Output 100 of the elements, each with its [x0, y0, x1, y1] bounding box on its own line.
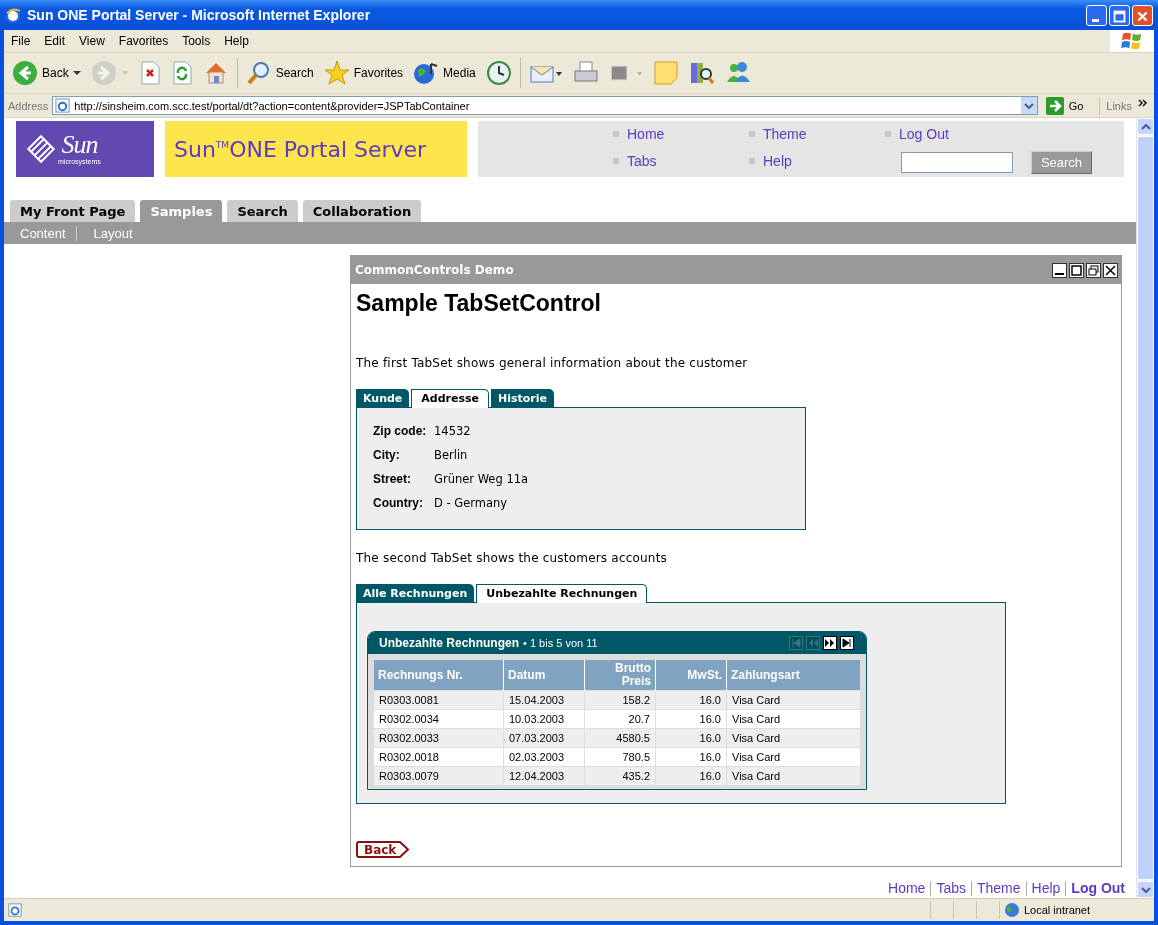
tab[interactable]: Kunde	[356, 389, 410, 407]
record-range: • 1 bis 5 von 11	[523, 637, 598, 649]
menu-item[interactable]: Tools	[175, 34, 218, 48]
nav-link[interactable]: Log Out	[899, 126, 949, 142]
table-cell: 16.0	[655, 690, 727, 710]
go-button[interactable]: Go	[1041, 96, 1101, 115]
close-button[interactable]	[1132, 4, 1153, 26]
column-header: Rechnungs Nr.	[374, 660, 504, 691]
minimize-button[interactable]	[1086, 4, 1107, 26]
footer-link[interactable]: Tabs	[930, 881, 971, 896]
menu-item[interactable]: File	[4, 34, 38, 48]
maximize-icon[interactable]	[1069, 262, 1084, 278]
field-value: Berlin	[434, 448, 468, 464]
bullet-icon	[613, 158, 619, 164]
table-cell: 16.0	[655, 728, 727, 748]
scroll-up-button[interactable]	[1137, 118, 1154, 135]
globe-icon	[1004, 902, 1020, 918]
back-button[interactable]: Back	[8, 58, 85, 88]
field-label: Zip code:	[373, 424, 428, 440]
table-cell: 15.04.2003	[503, 690, 585, 710]
favorites-button[interactable]: Favorites	[319, 58, 408, 88]
footer-link[interactable]: Theme	[970, 881, 1026, 896]
next-page-button[interactable]	[823, 636, 837, 650]
menu-item[interactable]: View	[72, 34, 112, 48]
address-field[interactable]: http://sinsheim.com.scc.test/portal/dt?action=content&provider=JSPTabContainer	[52, 96, 1038, 115]
nav-link[interactable]: Theme	[763, 126, 807, 142]
media-button[interactable]: Media	[409, 58, 480, 88]
nav-link[interactable]: Help	[763, 153, 792, 169]
table-cell: 435.2	[584, 766, 656, 785]
nav-link[interactable]: Home	[627, 126, 665, 142]
diamond-icon	[26, 134, 56, 164]
minimize-icon	[1092, 18, 1099, 22]
tab[interactable]: Search	[227, 200, 298, 222]
globe-icon	[413, 60, 440, 86]
table-cell: 02.03.2003	[503, 747, 585, 767]
dropdown-button[interactable]	[1020, 97, 1037, 114]
column-header: Brutto Preis	[584, 660, 656, 691]
tab[interactable]: Unbezahlte Rechnungen	[476, 584, 648, 603]
table-cell: 12.04.2003	[503, 766, 585, 785]
table-cell: R0303.0081	[374, 690, 504, 710]
bullet-icon	[749, 158, 755, 164]
table-cell: Visa Card	[726, 690, 860, 710]
flag-icon	[1121, 31, 1143, 51]
table-cell: Visa Card	[726, 766, 860, 785]
tab[interactable]: Collaboration	[302, 200, 422, 222]
field-value: D - Germany	[434, 496, 508, 512]
footer-link[interactable]: Home	[883, 881, 931, 896]
close-icon[interactable]	[1103, 262, 1118, 278]
table-cell: Visa Card	[726, 728, 860, 748]
table-cell: 07.03.2003	[503, 728, 585, 748]
field-label: City:	[373, 448, 401, 464]
menu-item[interactable]: Edit	[37, 34, 73, 48]
arrow-right-icon	[90, 60, 117, 86]
field-value: 14532	[434, 424, 471, 440]
column-header: Zahlungsart	[726, 660, 860, 691]
field-value: Grüner Weg 11a	[434, 472, 529, 488]
table-cell: R0302.0034	[374, 709, 504, 729]
caret-icon	[1023, 102, 1034, 109]
last-page-button[interactable]	[840, 636, 854, 650]
menu-item[interactable]: Help	[217, 34, 256, 48]
tab[interactable]: Alle Rechnungen	[356, 584, 475, 602]
table-cell: R0303.0079	[374, 766, 504, 785]
tab[interactable]: Addresse	[411, 389, 490, 408]
tab[interactable]: Historie	[491, 389, 555, 407]
links-label[interactable]: Links	[1104, 99, 1134, 112]
chevron-icon[interactable]	[1138, 98, 1148, 107]
arrow-right-icon	[1045, 96, 1064, 115]
field-label: Country:	[373, 496, 424, 512]
tab[interactable]: My Front Page	[10, 200, 136, 222]
maximize-button[interactable]	[1109, 4, 1130, 26]
scroll-down-button[interactable]	[1137, 881, 1154, 898]
window-title: Sun ONE Portal Server - Microsoft Internet Explorer	[27, 7, 371, 23]
table-cell: 16.0	[655, 766, 727, 785]
minimize-icon[interactable]	[1052, 262, 1067, 278]
bullet-icon	[885, 131, 891, 137]
table-cell: R0302.0018	[374, 747, 504, 767]
search-button[interactable]: Search	[241, 58, 318, 88]
footer-link[interactable]: Help	[1025, 881, 1066, 896]
arrow-left-icon	[12, 60, 38, 86]
globe-icon	[5, 7, 21, 23]
bullet-icon	[613, 131, 619, 137]
search-field[interactable]	[901, 152, 1013, 173]
column-header: MwSt.	[655, 660, 727, 691]
bullet-icon	[749, 131, 755, 137]
menu-item[interactable]: Favorites	[111, 34, 176, 48]
nav-link[interactable]: Tabs	[627, 153, 657, 169]
table-cell: 4580.5	[584, 728, 656, 748]
detach-icon[interactable]	[1086, 262, 1101, 278]
table-title: Unbezahlte Rechnungen	[379, 636, 519, 650]
zone-label: Local intranet	[1024, 904, 1091, 916]
table-cell: 158.2	[584, 690, 656, 710]
footer-link[interactable]: Log Out	[1065, 881, 1130, 896]
table-cell: 16.0	[655, 709, 727, 729]
table-cell: Visa Card	[726, 709, 860, 729]
banner-title: Sun$^{TM}$ONE Portal Server	[174, 136, 427, 162]
table-cell: R0302.0033	[374, 728, 504, 748]
back-button[interactable]: Back	[356, 841, 410, 858]
caret-icon	[120, 70, 129, 76]
page-icon	[55, 98, 71, 113]
table-cell: 16.0	[655, 747, 727, 767]
